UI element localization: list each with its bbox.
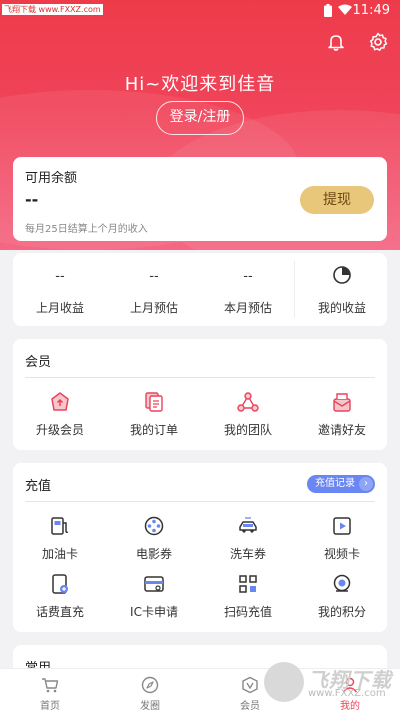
income-value: -- <box>243 269 253 284</box>
status-time: 11:49 <box>352 3 390 18</box>
watermark-logo-icon <box>264 662 304 702</box>
film-reel-icon <box>144 516 164 536</box>
tab-home[interactable]: 首页 <box>0 669 100 711</box>
grid-label: 洗车券 <box>229 547 266 561</box>
records-label: 充值记录 <box>315 478 355 489</box>
tab-label: 首页 <box>40 701 60 711</box>
chevron-right-icon: › <box>359 477 373 491</box>
balance-title: 可用余额 <box>25 171 78 186</box>
grid-label: IC卡申请 <box>130 605 178 619</box>
my-points-button[interactable]: 我的积分 <box>295 573 389 623</box>
video-play-icon <box>333 517 351 535</box>
grid-label: 电影券 <box>135 547 172 561</box>
grid-label: 我的积分 <box>317 605 366 619</box>
scan-recharge-button[interactable]: 扫码充值 <box>201 573 295 623</box>
recharge-card: 充值 充值记录 › 加油卡 电影券 洗车券 视频卡 话费直充 IC卡申请 扫码充… <box>13 463 387 632</box>
my-income-button[interactable]: 我的收益 <box>295 253 389 326</box>
income-last-month-estimate[interactable]: -- 上月预估 <box>107 253 201 326</box>
balance-value: -- <box>25 190 39 209</box>
bell-icon[interactable] <box>326 32 346 52</box>
upgrade-icon <box>51 392 69 411</box>
income-last-month[interactable]: -- 上月收益 <box>13 253 107 326</box>
income-label: 上月收益 <box>35 301 84 315</box>
income-label: 上月预估 <box>129 301 178 315</box>
section-title: 充值 <box>25 479 52 494</box>
watermark-url: www.FXXZ.com <box>308 688 386 699</box>
video-card-button[interactable]: 视频卡 <box>295 515 389 565</box>
vip-icon <box>242 676 258 694</box>
car-wash-icon <box>239 517 257 533</box>
invite-icon <box>333 393 351 412</box>
watermark-logo: 飞翔下载 www.FXXZ.com <box>264 662 394 710</box>
grid-label: 我的订单 <box>129 423 178 437</box>
welcome-text: Hi~欢迎来到佳音 <box>124 74 276 95</box>
grid-label: 话费直充 <box>35 605 84 619</box>
login-register-button[interactable]: 登录/注册 <box>156 101 244 135</box>
cart-icon <box>42 678 59 693</box>
member-card: 会员 升级会员 我的订单 我的团队 邀请好友 <box>13 339 387 450</box>
phone-icon <box>52 574 68 594</box>
card-icon <box>144 576 164 592</box>
status-bar: 飞翔下载 www.FXXZ.com 11:49 <box>0 0 400 24</box>
my-income-label: 我的收益 <box>317 301 366 315</box>
divider <box>25 501 375 502</box>
compass-icon <box>141 676 159 694</box>
tab-moments[interactable]: 发圈 <box>100 669 200 711</box>
income-label: 本月预估 <box>223 301 272 315</box>
balance-note: 每月25日结算上个月的收入 <box>25 224 148 235</box>
my-team-button[interactable]: 我的团队 <box>201 391 295 441</box>
my-orders-button[interactable]: 我的订单 <box>107 391 201 441</box>
section-title: 会员 <box>25 355 52 370</box>
recharge-records-button[interactable]: 充值记录 › <box>307 475 375 493</box>
fuel-icon <box>51 517 69 535</box>
grid-label: 邀请好友 <box>317 423 366 437</box>
divider <box>25 377 375 378</box>
watermark-label: 飞翔下载 www.FXXZ.com <box>2 4 103 15</box>
movie-ticket-button[interactable]: 电影券 <box>107 515 201 565</box>
tab-label: 发圈 <box>140 701 160 711</box>
orders-icon <box>145 392 163 412</box>
points-icon <box>333 574 351 592</box>
gear-icon[interactable] <box>368 32 388 52</box>
phone-recharge-button[interactable]: 话费直充 <box>13 573 107 623</box>
team-icon <box>237 392 259 412</box>
car-wash-button[interactable]: 洗车券 <box>201 515 295 565</box>
fuel-card-button[interactable]: 加油卡 <box>13 515 107 565</box>
withdraw-button[interactable]: 提现 <box>300 186 374 214</box>
invite-friends-button[interactable]: 邀请好友 <box>295 391 389 441</box>
grid-label: 我的团队 <box>223 423 272 437</box>
grid-label: 扫码充值 <box>223 605 272 619</box>
pie-chart-icon <box>333 266 351 284</box>
income-card: -- 上月收益 -- 上月预估 -- 本月预估 我的收益 <box>13 253 387 326</box>
grid-label: 升级会员 <box>35 423 84 437</box>
grid-label: 加油卡 <box>41 547 78 561</box>
grid-label: 视频卡 <box>323 547 360 561</box>
income-this-month-estimate[interactable]: -- 本月预估 <box>201 253 295 326</box>
battery-icon <box>324 4 332 17</box>
income-value: -- <box>149 269 159 284</box>
income-value: -- <box>55 269 65 284</box>
balance-card: 可用余额 -- 每月25日结算上个月的收入 提现 <box>13 157 387 241</box>
upgrade-member-button[interactable]: 升级会员 <box>13 391 107 441</box>
wifi-icon <box>338 4 352 15</box>
qr-code-icon <box>239 575 257 593</box>
ic-card-apply-button[interactable]: IC卡申请 <box>107 573 201 623</box>
